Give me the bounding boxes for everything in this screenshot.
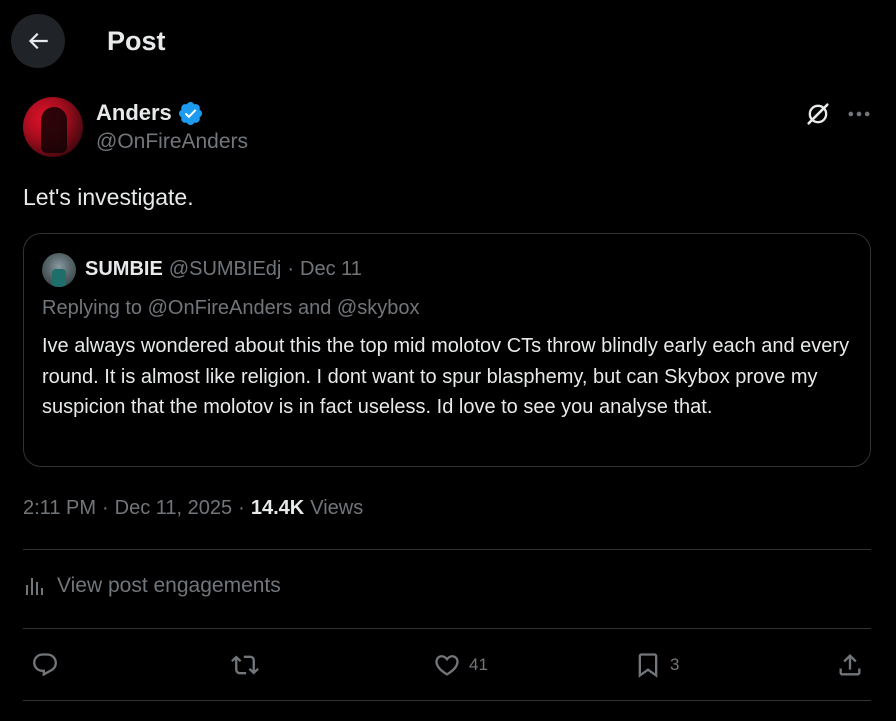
bookmark-count: 3	[670, 655, 680, 674]
view-engagements-label: View post engagements	[57, 574, 281, 597]
heart-icon	[435, 655, 459, 676]
grok-icon[interactable]	[804, 100, 832, 128]
view-engagements-link[interactable]: View post engagements	[23, 574, 281, 598]
arrow-left-icon	[28, 32, 48, 50]
author-name-row: Anders	[96, 98, 204, 128]
reply-icon	[33, 653, 57, 677]
meta-separator-2: ·	[238, 497, 245, 519]
post-meta: 2:11 PM · Dec 11, 2025 · 14.4K Views	[23, 497, 363, 520]
quoted-separator: ·	[287, 258, 295, 280]
views-label: Views	[310, 497, 364, 519]
repost-button[interactable]	[231, 650, 267, 680]
share-icon	[839, 654, 861, 676]
page-header: Post	[0, 0, 896, 82]
divider	[23, 549, 871, 550]
author-name[interactable]: Anders	[96, 100, 172, 126]
page-title: Post	[107, 26, 166, 56]
back-button[interactable]	[11, 14, 65, 68]
post-page: Post Anders @OnFireAnders Let's investig…	[0, 0, 896, 721]
verified-badge-icon[interactable]	[177, 100, 204, 127]
quoted-post-date: Dec 11	[300, 258, 362, 280]
like-button[interactable]: 41	[433, 650, 488, 680]
author-avatar[interactable]	[23, 97, 83, 157]
divider	[23, 700, 871, 701]
views-count: 14.4K	[250, 497, 305, 519]
post-time[interactable]: 2:11 PM	[23, 497, 96, 520]
bookmark-button[interactable]: 3	[634, 650, 679, 680]
divider	[23, 628, 871, 629]
more-horizontal-icon[interactable]	[845, 100, 873, 128]
replying-to-text: Replying to @OnFireAnders and @skybox	[42, 297, 420, 319]
quoted-post-header: SUMBIE @SUMBIEdj · Dec 11	[85, 258, 362, 281]
bar-chart-icon	[26, 578, 43, 595]
bookmark-icon	[638, 653, 658, 678]
like-count: 41	[469, 655, 488, 674]
post-date[interactable]: Dec 11, 2025	[115, 497, 233, 520]
repost-icon	[231, 655, 259, 675]
reply-button[interactable]	[31, 650, 67, 680]
quoted-post-text: Ive always wondered about this the top m…	[42, 335, 850, 418]
author-handle[interactable]: @OnFireAnders	[96, 130, 248, 154]
post-text: Let's investigate.	[23, 184, 194, 210]
share-button[interactable]	[836, 650, 864, 680]
quoted-author-handle: @SUMBIEdj	[168, 258, 282, 280]
meta-separator: ·	[102, 497, 109, 519]
quoted-author-name: SUMBIE	[85, 258, 163, 280]
quoted-author-avatar	[42, 253, 76, 287]
quoted-post-card[interactable]: SUMBIE @SUMBIEdj · Dec 11 Replying to @O…	[23, 233, 871, 467]
